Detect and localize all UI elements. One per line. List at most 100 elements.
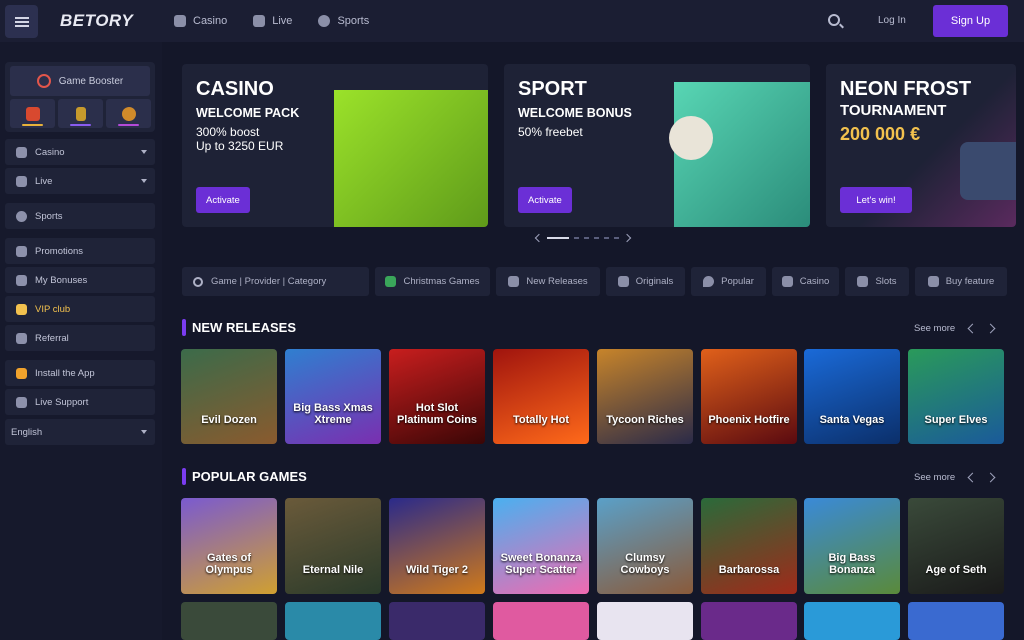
live-icon xyxy=(253,15,266,27)
game-tile[interactable] xyxy=(285,602,381,640)
game-tile[interactable]: Totally Hot xyxy=(493,349,589,444)
see-more-popular-games[interactable]: See more xyxy=(914,472,955,483)
pager-dot[interactable] xyxy=(604,237,609,239)
game-tile[interactable] xyxy=(701,602,797,640)
sidebar-item-live-support[interactable]: Live Support xyxy=(5,389,155,415)
game-title: Tycoon Riches xyxy=(606,414,684,426)
game-tile[interactable]: Hot Slot Platinum Coins xyxy=(389,349,485,444)
game-tile[interactable]: Phoenix Hotfire xyxy=(701,349,797,444)
game-booster-button[interactable]: Game Booster xyxy=(10,66,150,96)
pager-dot[interactable] xyxy=(594,237,599,239)
chevron-left-icon[interactable] xyxy=(967,472,978,483)
section-title-popular-games: POPULAR GAMES xyxy=(182,468,307,485)
banner-sport[interactable]: SPORT WELCOME BONUS 50% freebet Activate xyxy=(504,64,810,227)
banner-tournament[interactable]: NEON FROST TOURNAMENT 200 000 € Let's wi… xyxy=(826,64,1016,227)
sidebar-item-vip-club[interactable]: VIP club xyxy=(5,296,155,322)
sidebar-item-my-bonuses[interactable]: My Bonuses xyxy=(5,267,155,293)
game-title: Big Bass Bonanza xyxy=(828,552,876,576)
chevron-right-icon[interactable] xyxy=(622,233,632,243)
sidebar-item-casino[interactable]: Casino xyxy=(5,139,155,165)
sidebar-item-referral[interactable]: Referral xyxy=(5,325,155,351)
banner-casino[interactable]: CASINO WELCOME PACK 300% boost Up to 325… xyxy=(182,64,488,227)
tree-icon xyxy=(385,276,397,287)
game-tile[interactable] xyxy=(181,602,277,640)
game-tile[interactable]: Big Bass Xmas Xtreme xyxy=(285,349,381,444)
chevron-down-icon xyxy=(141,179,147,183)
game-title: Hot Slot Platinum Coins xyxy=(396,402,478,426)
game-title: Phoenix Hotfire xyxy=(708,414,790,426)
game-tile[interactable]: Eternal Nile xyxy=(285,498,381,594)
game-tile[interactable]: Barbarossa xyxy=(701,498,797,594)
sidebar-item-sports[interactable]: Sports xyxy=(5,203,155,229)
banner-pager xyxy=(534,233,632,243)
sidebar-item-label: Install the App xyxy=(35,367,95,379)
menu-button[interactable] xyxy=(5,5,38,38)
game-tile[interactable] xyxy=(389,602,485,640)
chip-popular[interactable]: Popular xyxy=(691,267,766,296)
casino-chip-icon xyxy=(16,146,27,158)
chip-casino[interactable]: Casino xyxy=(772,267,839,296)
sidebar-item-live[interactable]: Live xyxy=(5,168,155,194)
search-icon[interactable] xyxy=(828,14,840,26)
coin-icon xyxy=(121,106,136,121)
booster-label: Game Booster xyxy=(58,75,124,87)
game-title: Big Bass Xmas Xtreme xyxy=(293,402,373,426)
chip-new-releases[interactable]: New Releases xyxy=(496,267,600,296)
game-tile[interactable]: Santa Vegas xyxy=(804,349,900,444)
chevron-right-icon[interactable] xyxy=(985,472,996,483)
sidebar-item-install-app[interactable]: Install the App xyxy=(5,360,155,386)
game-tile[interactable] xyxy=(493,602,589,640)
lets-win-button[interactable]: Let's win! xyxy=(840,187,912,213)
rocket-icon xyxy=(508,276,520,287)
game-tile[interactable]: Super Elves xyxy=(908,349,1004,444)
game-tile[interactable]: Wild Tiger 2 xyxy=(389,498,485,594)
see-more-new-releases[interactable]: See more xyxy=(914,323,955,334)
language-select[interactable]: English xyxy=(5,419,155,445)
sidebar-item-label: Live xyxy=(35,175,53,187)
chip-buy-feature[interactable]: Buy feature xyxy=(915,267,1007,296)
game-tile[interactable] xyxy=(804,602,900,640)
nav-casino[interactable]: Casino xyxy=(174,15,227,27)
game-tile[interactable]: Gates of Olympus xyxy=(181,498,277,594)
game-tile[interactable]: Tycoon Riches xyxy=(597,349,693,444)
slot-seven-icon xyxy=(857,276,869,287)
chip-slots[interactable]: Slots xyxy=(845,267,909,296)
pager-dot[interactable] xyxy=(574,237,579,239)
sidebar-item-label: Promotions xyxy=(35,245,84,257)
nav-live[interactable]: Live xyxy=(253,15,292,27)
chevron-right-icon[interactable] xyxy=(985,323,996,334)
logo[interactable]: BETORY xyxy=(60,11,133,31)
booster-trophy[interactable] xyxy=(58,99,103,128)
banner-subtitle: TOURNAMENT xyxy=(840,102,947,119)
pager-dot[interactable] xyxy=(614,237,619,239)
chip-originals[interactable]: Originals xyxy=(606,267,685,296)
booster-coin[interactable] xyxy=(106,99,151,128)
nav-label: Casino xyxy=(193,15,228,27)
game-tile[interactable]: Big Bass Bonanza xyxy=(804,498,900,594)
casino-chip-icon xyxy=(174,15,186,27)
section-title-new-releases: NEW RELEASES xyxy=(182,319,296,336)
game-tile[interactable] xyxy=(908,602,1004,640)
chevron-left-icon[interactable] xyxy=(534,233,544,243)
game-tile[interactable]: Age of Seth xyxy=(908,498,1004,594)
dice-icon xyxy=(25,106,40,121)
nav-sports[interactable]: Sports xyxy=(318,15,369,27)
chevron-left-icon[interactable] xyxy=(967,323,978,334)
chip-christmas-games[interactable]: Christmas Games xyxy=(375,267,490,296)
banner-text: 300% boost xyxy=(196,125,260,139)
game-tile[interactable]: Evil Dozen xyxy=(181,349,277,444)
casino-banner-art xyxy=(334,90,488,227)
sidebar-item-promotions[interactable]: Promotions xyxy=(5,238,155,264)
pager-dot[interactable] xyxy=(584,237,589,239)
pager-dot[interactable] xyxy=(547,237,569,239)
game-tile[interactable] xyxy=(597,602,693,640)
activate-button[interactable]: Activate xyxy=(196,187,250,213)
game-search-input[interactable]: Game | Provider | Category xyxy=(182,267,369,296)
game-tile[interactable]: Clumsy Cowboys xyxy=(597,498,693,594)
booster-dice[interactable] xyxy=(10,99,55,128)
game-tile[interactable]: Sweet Bonanza Super Scatter xyxy=(493,498,589,594)
login-button[interactable]: Log In xyxy=(878,15,906,26)
gift-icon xyxy=(16,245,27,257)
signup-button[interactable]: Sign Up xyxy=(933,5,1008,37)
activate-button[interactable]: Activate xyxy=(518,187,572,213)
